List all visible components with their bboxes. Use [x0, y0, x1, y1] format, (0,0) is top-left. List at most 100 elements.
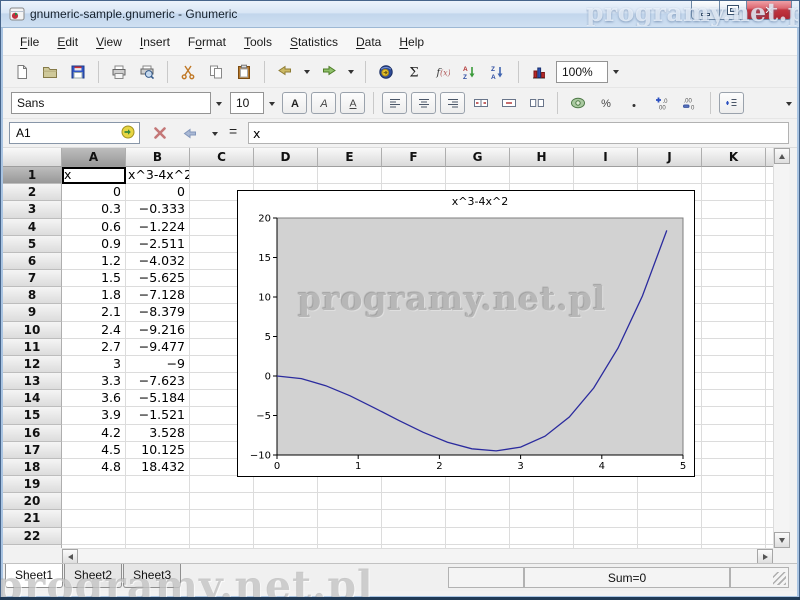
- undo-button[interactable]: [271, 60, 299, 84]
- align-center-button[interactable]: [411, 92, 436, 114]
- cell-E20[interactable]: [318, 493, 382, 510]
- cell-B19[interactable]: [126, 476, 190, 493]
- cell-F1[interactable]: [382, 167, 446, 184]
- column-header-j[interactable]: J: [638, 148, 702, 167]
- cell-A3[interactable]: 0.3: [62, 201, 126, 218]
- column-header-a[interactable]: A: [62, 148, 126, 167]
- menu-format[interactable]: Format: [179, 28, 235, 55]
- row-header-21[interactable]: 21: [3, 510, 62, 527]
- horizontal-scrollbar[interactable]: [62, 548, 773, 563]
- increase-decimals-button[interactable]: .000: [648, 91, 676, 115]
- cell-B12[interactable]: −9: [126, 356, 190, 373]
- cell-G1[interactable]: [446, 167, 510, 184]
- cell-A20[interactable]: [62, 493, 126, 510]
- column-header-b[interactable]: B: [126, 148, 190, 167]
- bold-button[interactable]: A: [282, 92, 307, 114]
- cell-K1[interactable]: [702, 167, 766, 184]
- cell-C20[interactable]: [190, 493, 254, 510]
- cell-K12[interactable]: [702, 356, 766, 373]
- row-header-3[interactable]: 3: [3, 201, 62, 218]
- cell-J19[interactable]: [638, 476, 702, 493]
- paste-button[interactable]: [230, 60, 258, 84]
- select-all-corner[interactable]: [3, 148, 62, 167]
- cell-K15[interactable]: [702, 407, 766, 424]
- menu-file[interactable]: File: [11, 28, 48, 55]
- menu-edit[interactable]: Edit: [48, 28, 87, 55]
- underline-button[interactable]: A: [340, 92, 365, 114]
- decrease-decimals-button[interactable]: .000: [676, 91, 704, 115]
- cell-E1[interactable]: [318, 167, 382, 184]
- row-header-20[interactable]: 20: [3, 493, 62, 510]
- format-money-button[interactable]: [564, 91, 592, 115]
- cell-K11[interactable]: [702, 339, 766, 356]
- cell-A5[interactable]: 0.9: [62, 236, 126, 253]
- cell-B8[interactable]: −7.128: [126, 287, 190, 304]
- cell-K10[interactable]: [702, 322, 766, 339]
- cell-reference-box[interactable]: A1: [9, 122, 140, 144]
- cell-B11[interactable]: −9.477: [126, 339, 190, 356]
- cell-B15[interactable]: −1.521: [126, 407, 190, 424]
- redo-button[interactable]: [315, 60, 343, 84]
- menu-help[interactable]: Help: [390, 28, 433, 55]
- scroll-down-button[interactable]: [774, 532, 790, 548]
- format-percent-button[interactable]: %: [592, 91, 620, 115]
- center-across-button[interactable]: [467, 91, 495, 115]
- cell-A1[interactable]: x: [62, 167, 126, 184]
- cell-K20[interactable]: [702, 493, 766, 510]
- cell-I21[interactable]: [574, 510, 638, 527]
- italic-button[interactable]: A: [311, 92, 336, 114]
- cell-A21[interactable]: [62, 510, 126, 527]
- row-header-11[interactable]: 11: [3, 339, 62, 356]
- cell-K5[interactable]: [702, 236, 766, 253]
- accept-dropdown[interactable]: [203, 121, 227, 145]
- sort-descending-button[interactable]: ZA: [484, 60, 512, 84]
- column-header-i[interactable]: I: [574, 148, 638, 167]
- column-header-e[interactable]: E: [318, 148, 382, 167]
- cell-G21[interactable]: [446, 510, 510, 527]
- horizontal-scroll-track[interactable]: [78, 549, 757, 563]
- cell-K22[interactable]: [702, 528, 766, 545]
- cell-I20[interactable]: [574, 493, 638, 510]
- row-header-8[interactable]: 8: [3, 287, 62, 304]
- row-header-12[interactable]: 12: [3, 356, 62, 373]
- row-header-18[interactable]: 18: [3, 459, 62, 476]
- cell-B1[interactable]: x^3-4x^2: [126, 167, 190, 184]
- cell-A17[interactable]: 4.5: [62, 442, 126, 459]
- split-cells-button[interactable]: [523, 91, 551, 115]
- cell-B21[interactable]: [126, 510, 190, 527]
- cell-B20[interactable]: [126, 493, 190, 510]
- cell-K17[interactable]: [702, 442, 766, 459]
- open-button[interactable]: [36, 60, 64, 84]
- title-bar[interactable]: gnumeric-sample.gnumeric - Gnumeric: [1, 1, 799, 28]
- print-button[interactable]: [105, 60, 133, 84]
- save-button[interactable]: [64, 60, 92, 84]
- cell-B4[interactable]: −1.224: [126, 219, 190, 236]
- cell-A2[interactable]: 0: [62, 184, 126, 201]
- cell-K18[interactable]: [702, 459, 766, 476]
- toolbar-overflow-dropdown[interactable]: [781, 92, 797, 114]
- row-header-1[interactable]: 1: [3, 167, 62, 184]
- cell-F21[interactable]: [382, 510, 446, 527]
- cell-A7[interactable]: 1.5: [62, 270, 126, 287]
- cell-B16[interactable]: 3.528: [126, 425, 190, 442]
- cell-J20[interactable]: [638, 493, 702, 510]
- cell-A22[interactable]: [62, 528, 126, 545]
- cell-F20[interactable]: [382, 493, 446, 510]
- cell-B3[interactable]: −0.333: [126, 201, 190, 218]
- zoom-combo[interactable]: 100%: [556, 61, 608, 83]
- font-name-dropdown[interactable]: [211, 92, 227, 114]
- cancel-icon[interactable]: [148, 121, 172, 145]
- cell-B22[interactable]: [126, 528, 190, 545]
- align-right-button[interactable]: [440, 92, 465, 114]
- thousands-separator-button[interactable]: [620, 91, 648, 115]
- row-header-9[interactable]: 9: [3, 304, 62, 321]
- new-button[interactable]: [8, 60, 36, 84]
- cell-J21[interactable]: [638, 510, 702, 527]
- cut-button[interactable]: [174, 60, 202, 84]
- zoom-dropdown[interactable]: [608, 61, 624, 83]
- menu-insert[interactable]: Insert: [131, 28, 179, 55]
- cell-E19[interactable]: [318, 476, 382, 493]
- cell-C19[interactable]: [190, 476, 254, 493]
- cell-B7[interactable]: −5.625: [126, 270, 190, 287]
- column-header-d[interactable]: D: [254, 148, 318, 167]
